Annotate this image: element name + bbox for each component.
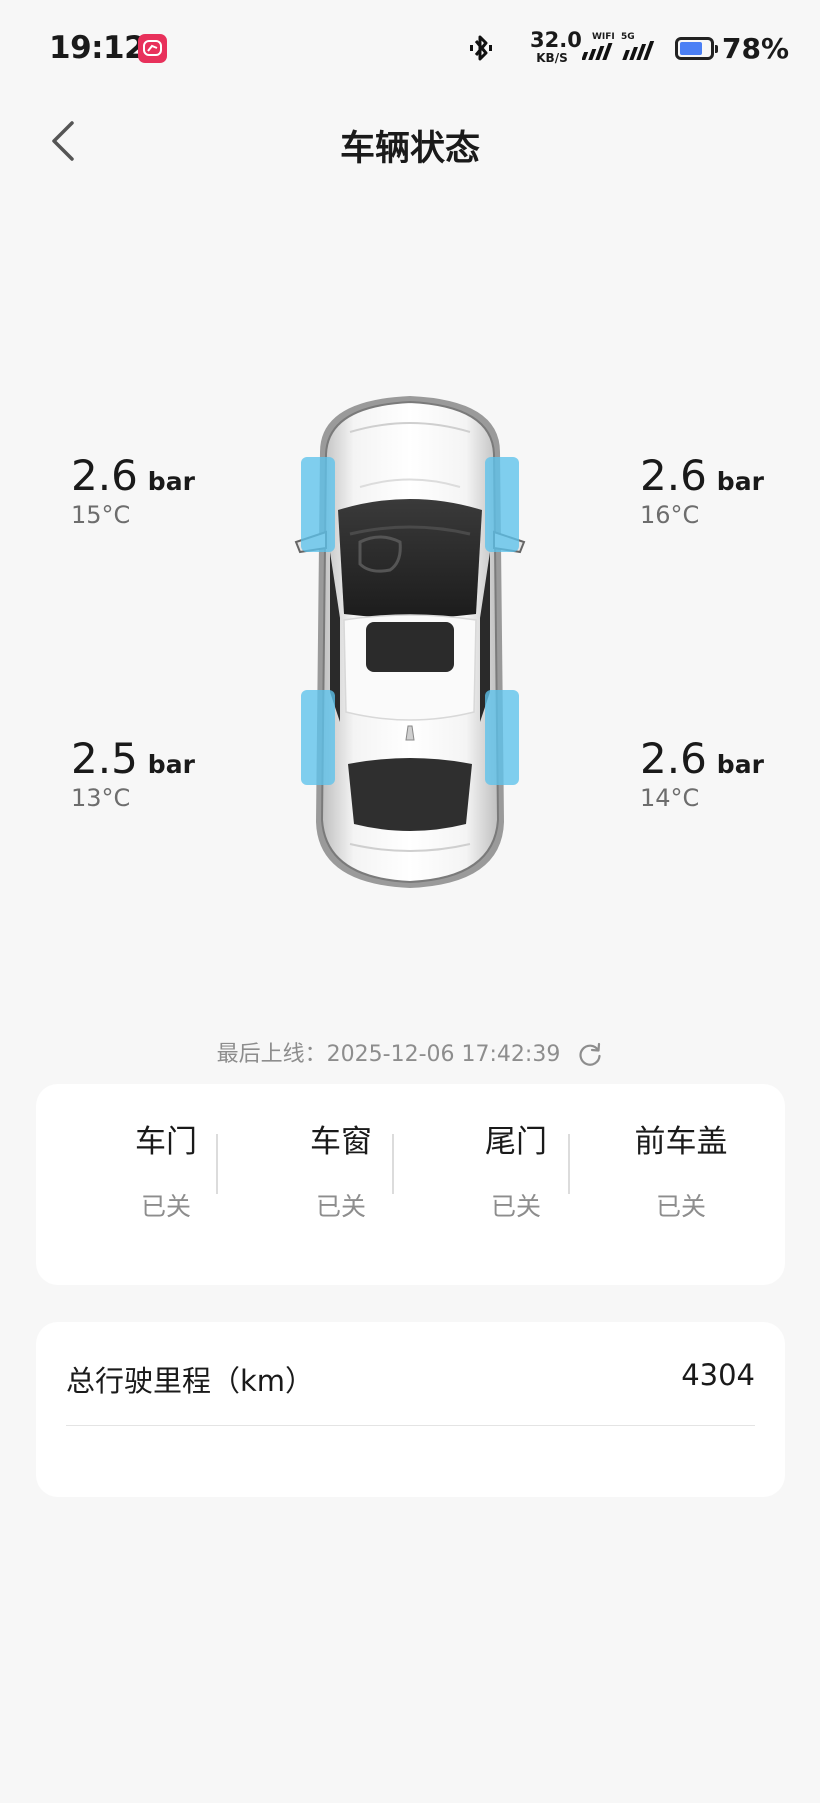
refresh-icon[interactable] [577, 1041, 603, 1073]
tire-pressure-unit: bar [716, 750, 764, 779]
battery-percent: 78% [722, 32, 790, 65]
mileage-divider [66, 1425, 755, 1426]
tire-rear-left: 2.5 bar 13°C [71, 738, 195, 813]
status-item-doors: 车门 已关 [91, 1116, 241, 1223]
tire-rear-right: 2.6 bar 14°C [640, 738, 764, 813]
mileage-card: 总行驶里程（km） 4304 [36, 1322, 785, 1497]
antenna [405, 725, 415, 741]
status-item-label: 车门 [135, 1124, 197, 1160]
divider [216, 1134, 218, 1194]
status-time: 19:12 [49, 30, 146, 66]
vehicle-status-card: 车门 已关 车窗 已关 尾门 已关 前车盖 已关 [36, 1084, 785, 1285]
mileage-value: 4304 [681, 1358, 755, 1392]
network-speed: 32.0 KB/S [530, 28, 582, 65]
tire-pressure: 2.6 [640, 734, 707, 783]
car-top-view [294, 396, 526, 888]
tire-pressure: 2.5 [71, 734, 138, 783]
status-item-hood: 前车盖 已关 [596, 1116, 766, 1223]
battery-fill [680, 42, 702, 55]
tire-temperature: 16°C [640, 501, 700, 529]
tire-pressure-unit: bar [716, 467, 764, 496]
wifi-signal-icon: WIFI [582, 32, 616, 60]
tire-pressure: 2.6 [71, 451, 138, 500]
divider [568, 1134, 570, 1194]
tire-temperature: 13°C [71, 784, 131, 812]
cell-signal-icon: 5G [621, 32, 655, 60]
page-title: 车辆状态 [339, 129, 480, 169]
rear-window [348, 758, 472, 831]
sunroof [366, 622, 454, 672]
last-online: 最后上线：2025-12-06 17:42:39 [0, 1036, 820, 1073]
tire-front-left: 2.6 bar 15°C [71, 455, 195, 530]
tire-highlight-rear-right [485, 690, 519, 785]
network-speed-value: 32.0 [530, 28, 582, 52]
vehicle-status-screen: 19:12 32.0 KB/S WIFI 5G 78% 车辆状态 2.6 bar… [0, 0, 820, 1803]
tire-pressure: 2.6 [640, 451, 707, 500]
tire-pressure-unit: bar [147, 750, 195, 779]
mileage-label: 总行驶里程（km） [66, 1364, 315, 1398]
battery-icon [675, 37, 718, 60]
tire-temperature: 15°C [71, 501, 131, 529]
tire-highlight-rear-left [301, 690, 335, 785]
tire-highlight-front-right [485, 457, 519, 552]
tire-temperature: 14°C [640, 784, 700, 812]
last-online-text: 最后上线：2025-12-06 17:42:39 [216, 1042, 561, 1067]
status-item-value: 已关 [655, 1192, 706, 1221]
bluetooth-icon [469, 34, 493, 66]
tire-highlight-front-left [301, 457, 335, 552]
status-item-label: 前车盖 [634, 1124, 728, 1160]
tire-pressure-unit: bar [147, 467, 195, 496]
app-badge-icon [138, 34, 167, 63]
tire-front-right: 2.6 bar 16°C [640, 455, 764, 530]
divider [392, 1134, 394, 1194]
status-item-value: 已关 [140, 1192, 191, 1221]
status-bar: 19:12 32.0 KB/S WIFI 5G 78% [0, 0, 820, 100]
network-speed-unit: KB/S [536, 51, 568, 65]
